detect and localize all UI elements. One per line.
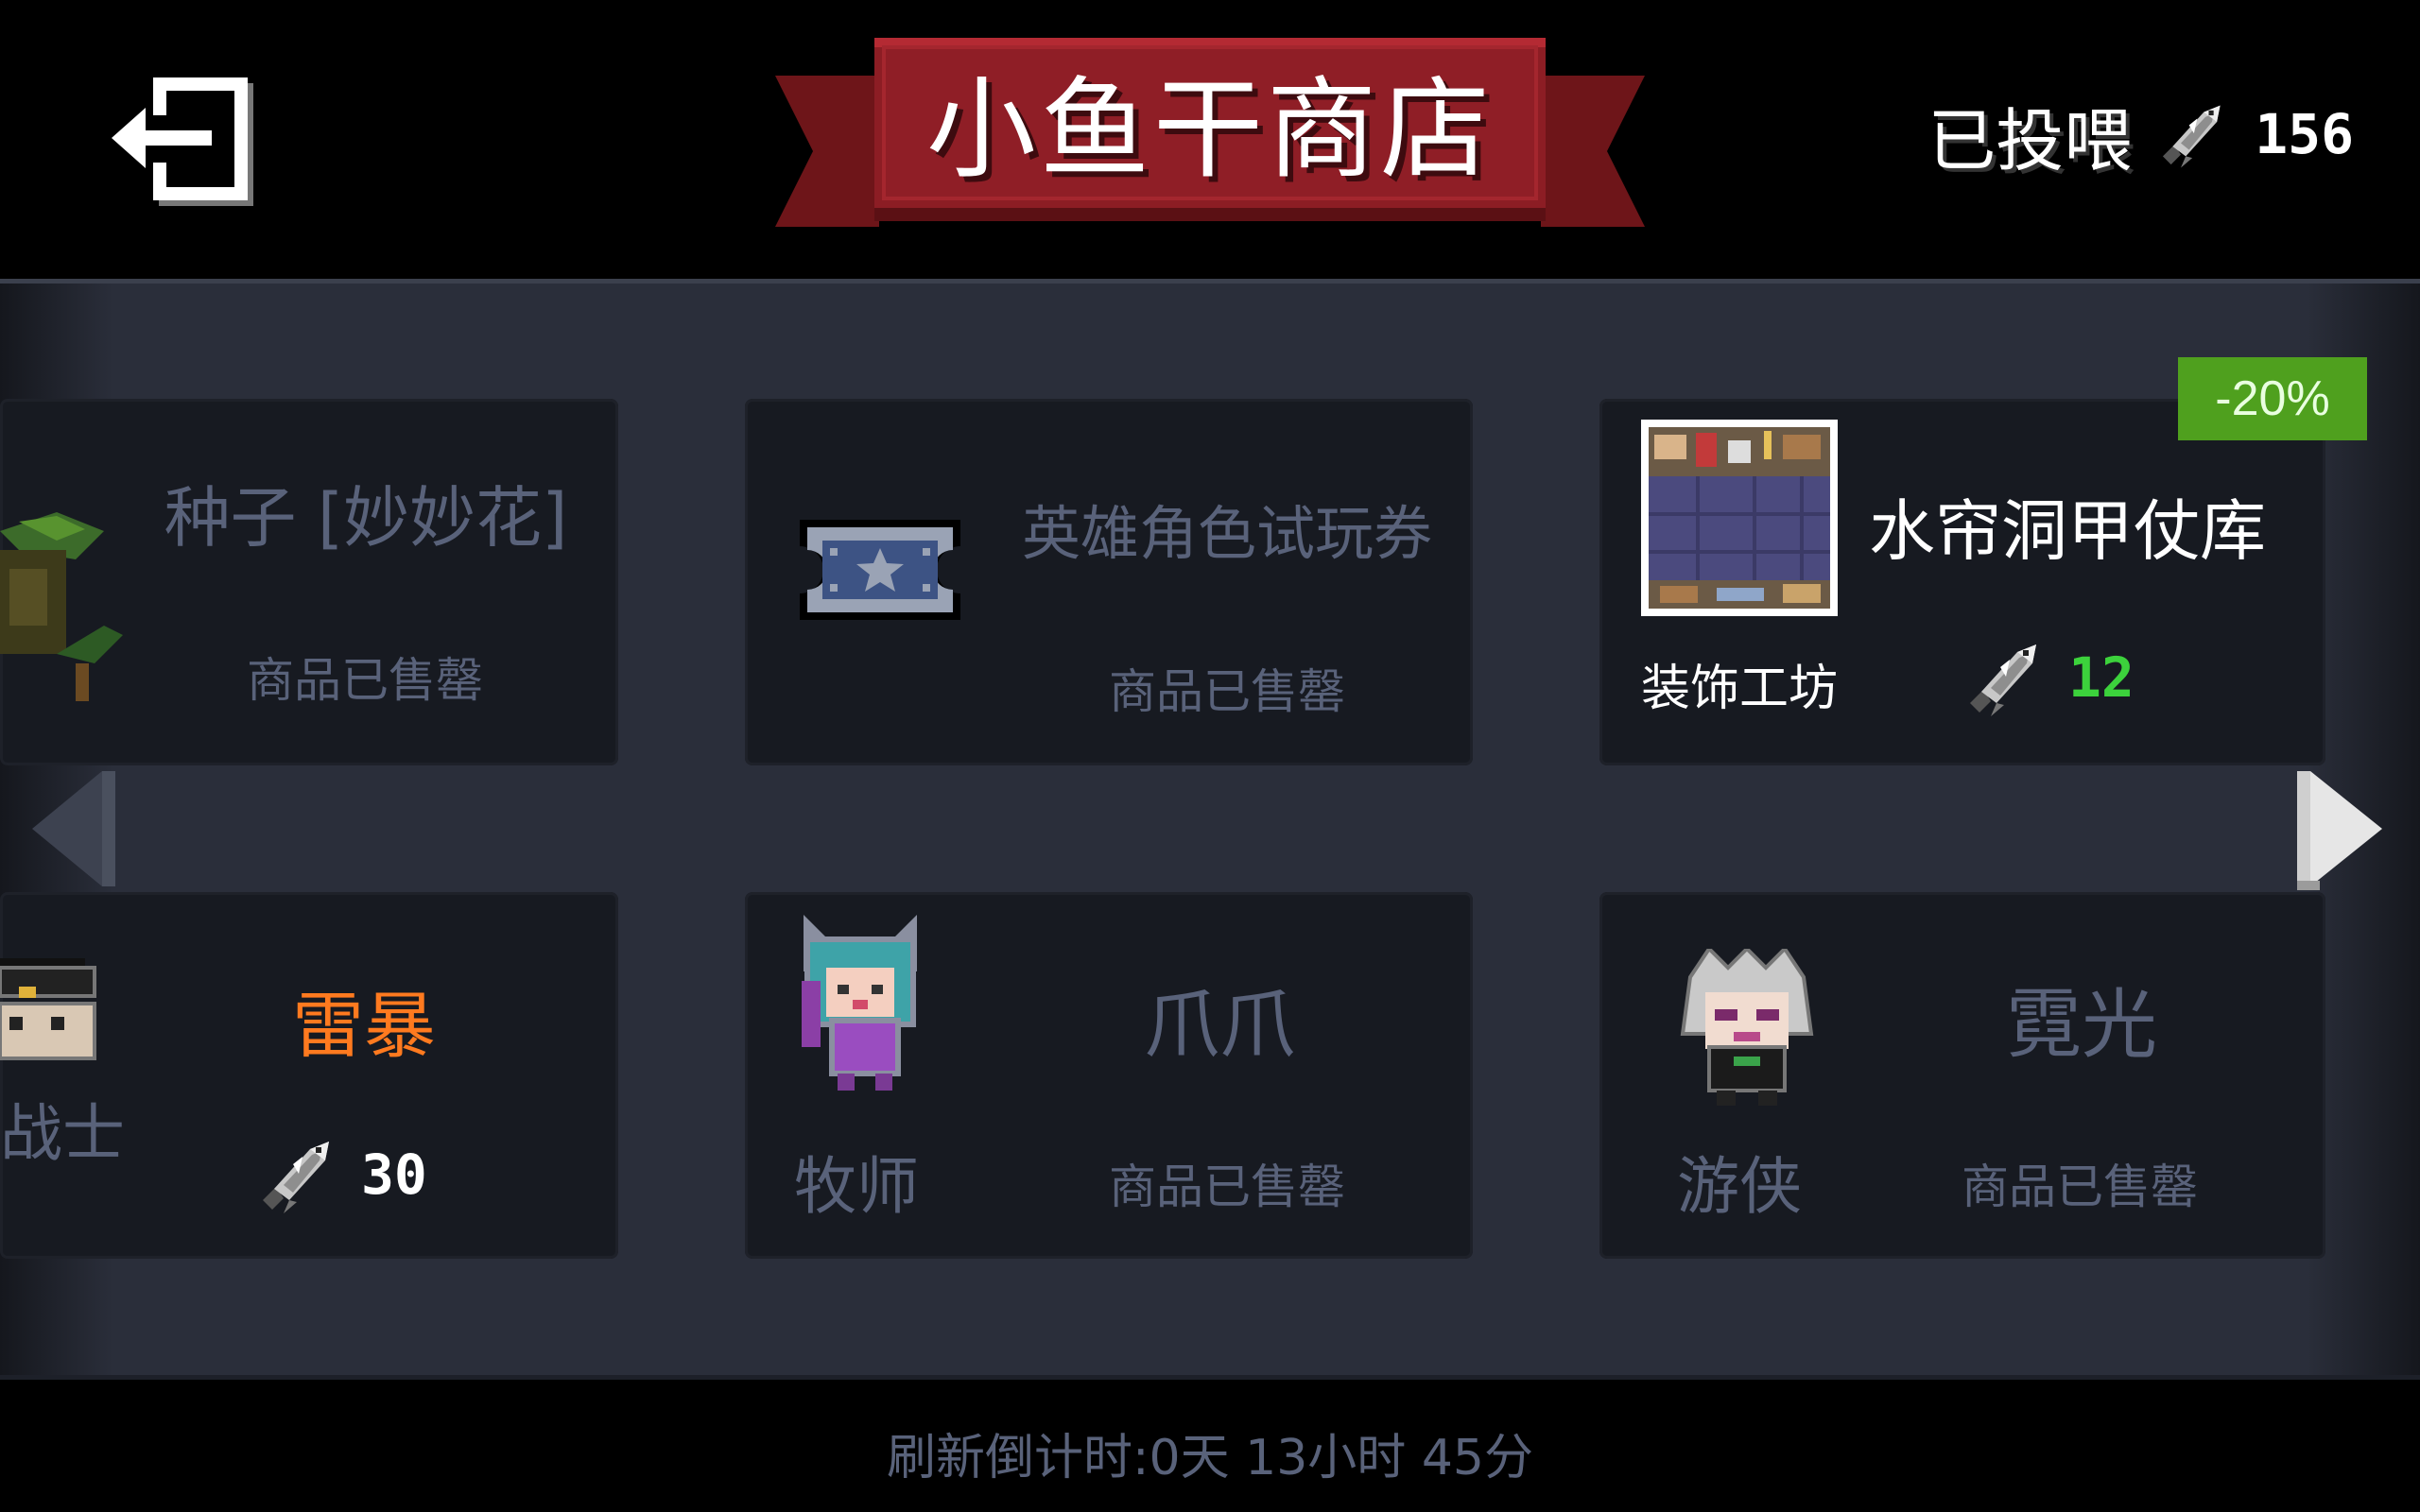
shop-item-warrior-skin[interactable]: 战士 雷暴 30 [0, 892, 618, 1259]
top-bar: 小鱼干商店 已投喂 156 [0, 0, 2420, 279]
shop-item-ranger-skin[interactable]: 游侠 霓光 商品已售罄 [1599, 892, 2325, 1259]
armory-decoration-icon [1641, 420, 1838, 616]
shop-item-seed[interactable]: 种子 [妙妙花] 商品已售罄 [0, 399, 618, 765]
item-price: 30 [255, 1132, 427, 1217]
arrow-left-icon[interactable] [32, 767, 115, 890]
sold-out-label: 商品已售罄 [247, 653, 483, 708]
priest-skin-icon [802, 915, 917, 1091]
item-title: 水帘洞甲仗库 [1869, 492, 2266, 570]
ranger-skin-icon [1680, 949, 1814, 1106]
shop-item-armory[interactable]: 水帘洞甲仗库 装饰工坊 12 [1599, 399, 2325, 765]
fed-counter: 已投喂 156 [1927, 87, 2354, 181]
exit-icon[interactable] [112, 72, 253, 208]
fish-icon [263, 1142, 329, 1213]
item-title: 雷暴 [292, 984, 436, 1068]
item-category: 牧师 [794, 1150, 919, 1223]
refresh-countdown: 刷新倒计时:0天 13小时 45分 [887, 1430, 1533, 1486]
sold-out-label: 商品已售罄 [1962, 1160, 2198, 1214]
page-title: 小鱼干商店 [926, 66, 1494, 194]
price-value: 12 [2068, 645, 2135, 710]
sold-out-label: 商品已售罄 [1109, 1160, 1345, 1214]
item-category: 游侠 [1677, 1150, 1802, 1223]
shop-item-trial-ticket[interactable]: 英雄角色试玩券 商品已售罄 [745, 399, 1473, 765]
fish-icon [2163, 105, 2221, 168]
trial-ticket-icon [800, 520, 960, 620]
discount-badge: -20% [2178, 357, 2367, 440]
item-price: 12 [1962, 635, 2135, 720]
item-title: 霓光 [2006, 981, 2157, 1069]
warrior-skin-icon [0, 958, 96, 1060]
shop-item-priest-skin[interactable]: 牧师 爪爪 商品已售罄 [745, 892, 1473, 1259]
arrow-right-icon[interactable] [2297, 767, 2382, 890]
item-category: 装饰工坊 [1641, 661, 1839, 717]
fed-label: 已投喂 [1927, 100, 2133, 180]
item-title: 英雄角色试玩券 [1021, 499, 1432, 568]
item-category: 战士 [0, 1097, 125, 1170]
fed-count: 156 [2255, 102, 2354, 166]
sold-out-label: 商品已售罄 [1109, 664, 1345, 719]
price-value: 30 [361, 1143, 427, 1207]
fish-icon [1970, 644, 2036, 716]
item-title: 种子 [妙妙花] [164, 479, 568, 557]
item-title: 爪爪 [1144, 981, 1295, 1069]
